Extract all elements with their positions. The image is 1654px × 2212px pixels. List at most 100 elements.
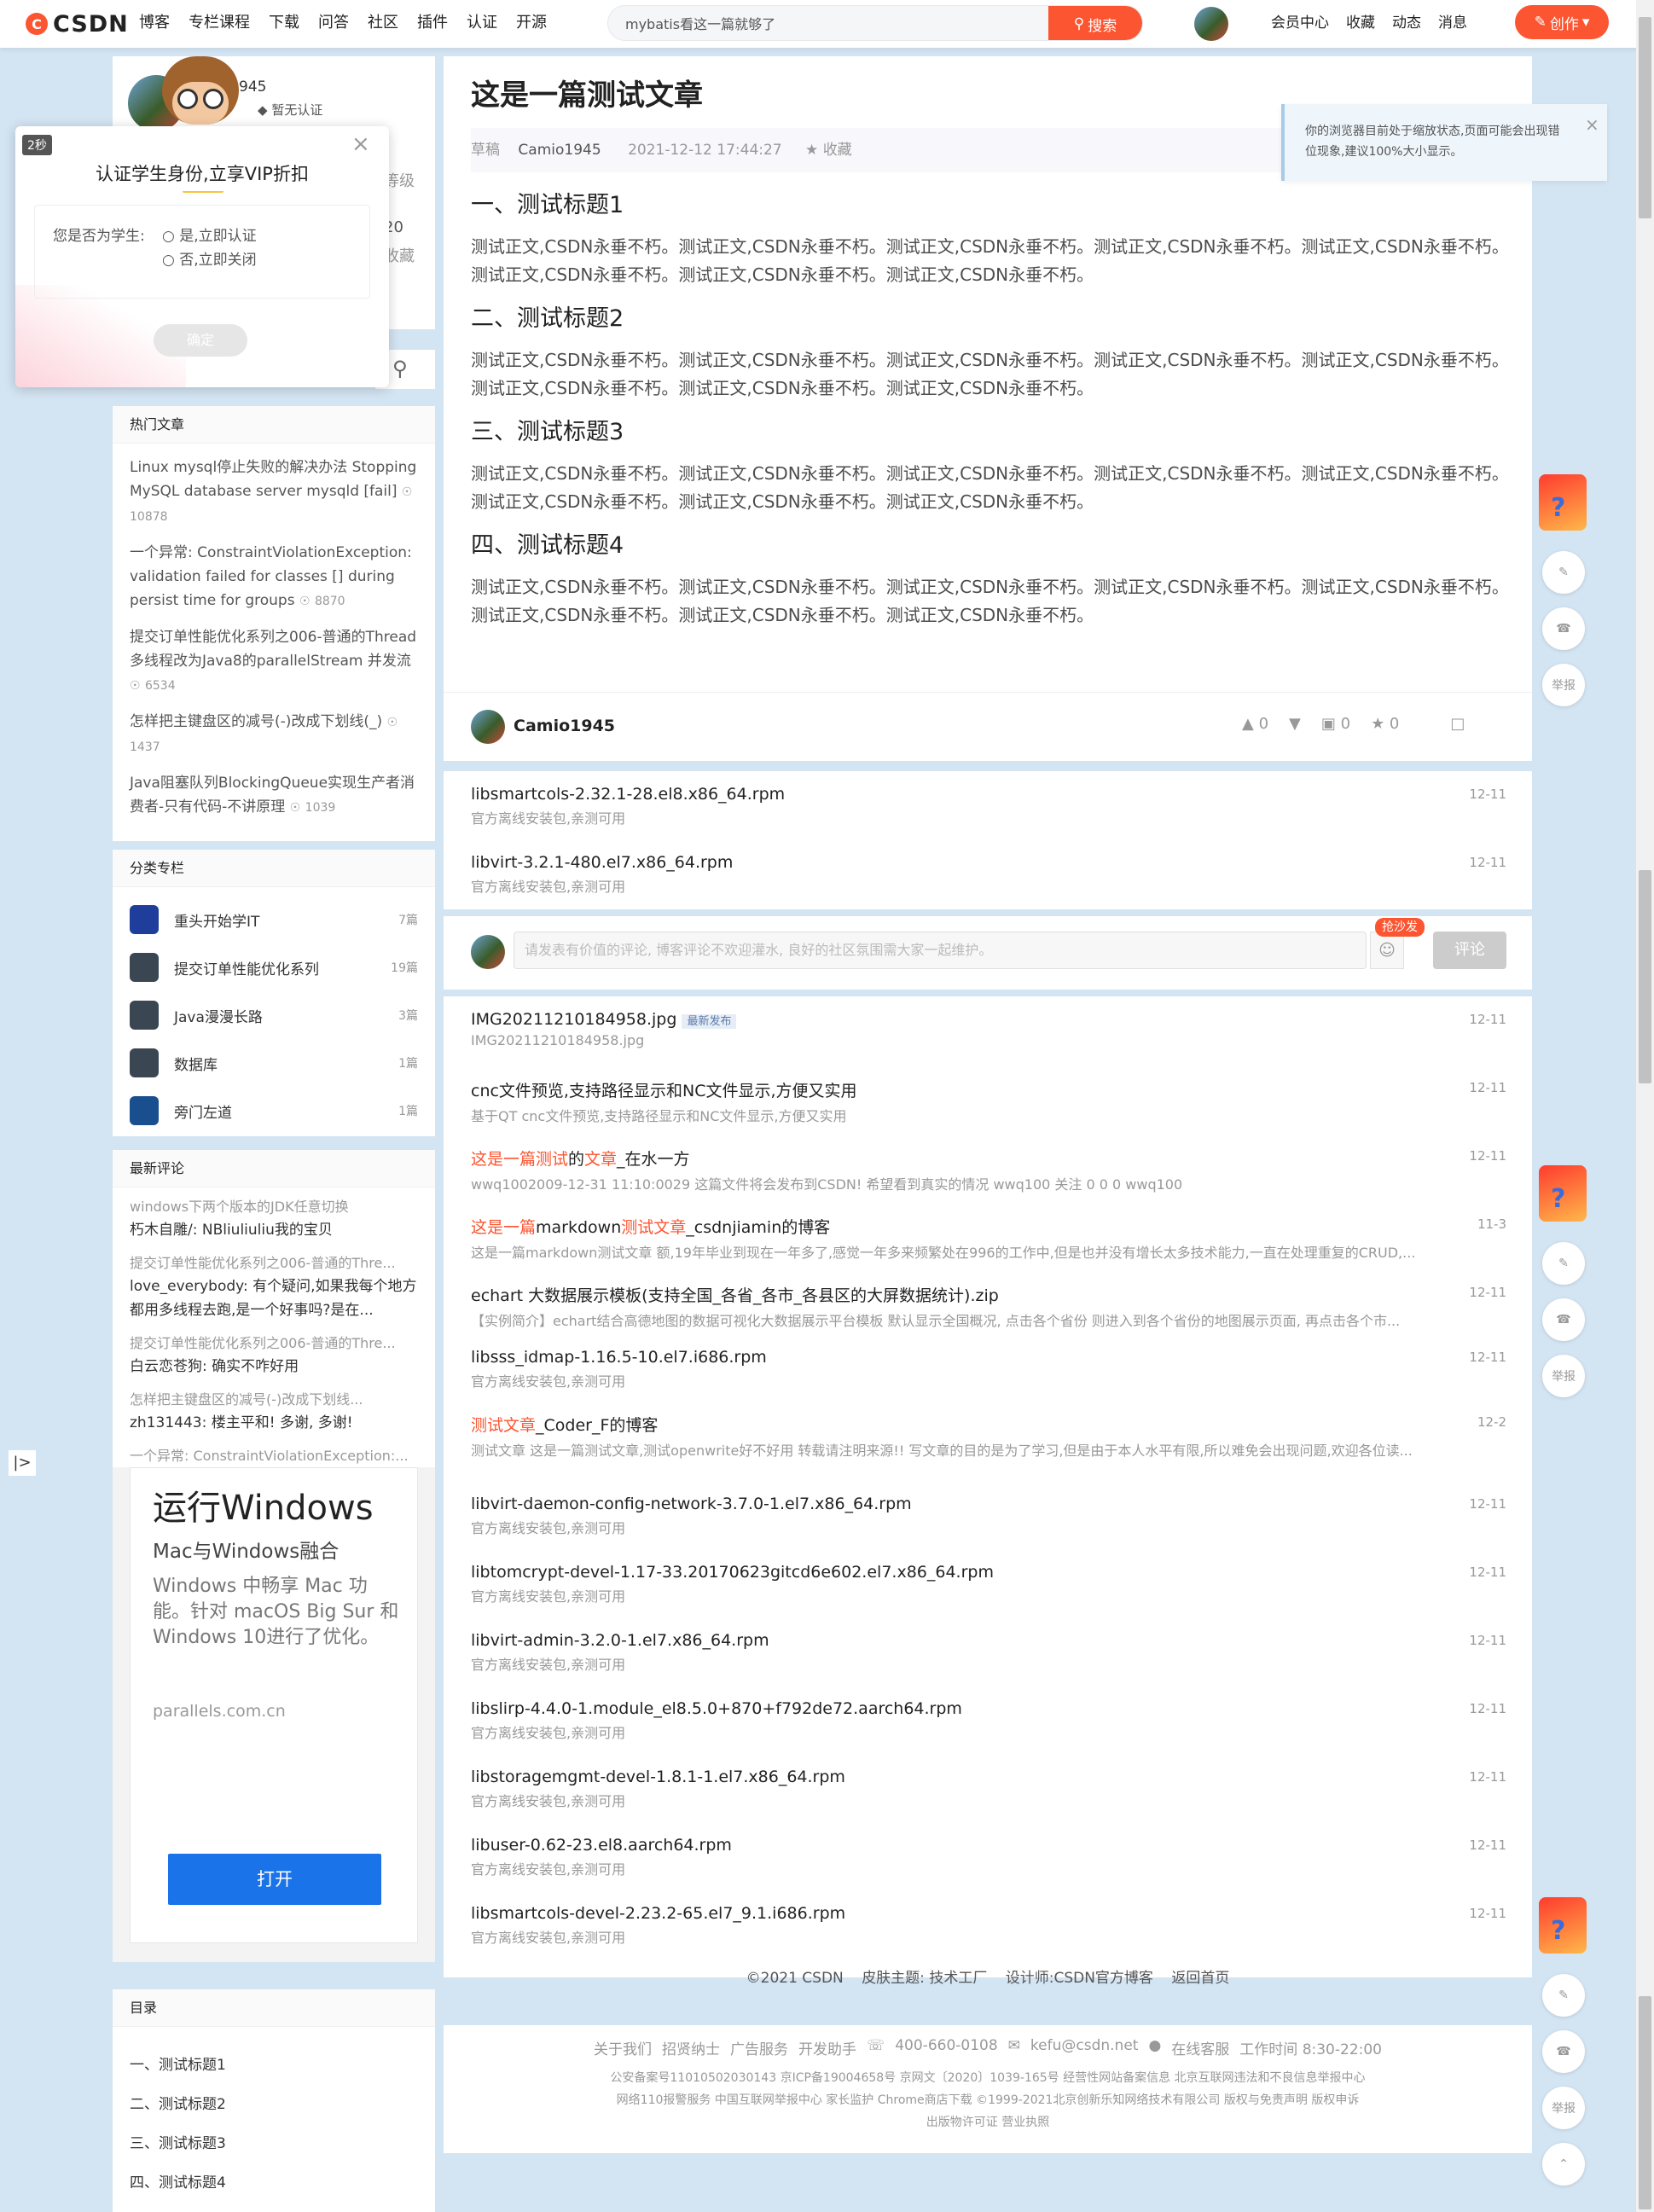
hot-article-item[interactable]: 怎样把主键盘区的减号(-)改成下划线(_) ☉ 1437: [113, 710, 435, 759]
comment-icon: ▣: [1320, 715, 1341, 733]
nav-qa[interactable]: 问答: [309, 12, 358, 34]
category-item[interactable]: 提交订单性能优化系列 19篇: [113, 943, 435, 991]
radio-no[interactable]: ○ 否,立即关闭: [162, 247, 257, 269]
toc-item[interactable]: 一、测试标题1: [130, 2046, 418, 2085]
meta-author[interactable]: Camio1945: [518, 142, 601, 159]
close-icon[interactable]: ×: [1585, 114, 1599, 135]
gift-box-icon[interactable]: [1539, 1165, 1587, 1222]
related-item[interactable]: libsmartcols-2.32.1-28.el8.x86_64.rpm 官方离…: [444, 771, 1532, 839]
comment-item[interactable]: 一个异常: ConstraintViolationException:...: [130, 1445, 418, 1467]
comment-item[interactable]: 提交订单性能优化系列之006-普通的Thre... 白云恋苍狗: 确实不咋好用: [130, 1332, 418, 1379]
skin-designer[interactable]: 设计师:CSDN官方博客: [1006, 1970, 1153, 1987]
close-icon[interactable]: ×: [351, 131, 370, 157]
footer-email[interactable]: kefu@csdn.net: [1030, 2037, 1139, 2058]
toc-item[interactable]: 三、测试标题3: [130, 2124, 418, 2163]
category-item[interactable]: 重头开始学IT 7篇: [113, 896, 435, 943]
back-to-top-icon[interactable]: ⌃: [1542, 2143, 1585, 2186]
hot-article-item[interactable]: 提交订单性能优化系列之006-普通的Thread多线程改为Java8的paral…: [113, 625, 435, 698]
footer-author-name[interactable]: Camio1945: [514, 717, 615, 735]
nav-messages[interactable]: 消息: [1430, 12, 1476, 34]
nav-community[interactable]: 社区: [358, 12, 408, 34]
footer-link[interactable]: 招贤纳士: [662, 2037, 720, 2058]
related-item[interactable]: IMG20211210184958.jpg 最新发布 IMG20211210184…: [444, 996, 1532, 1065]
nav-download[interactable]: 下载: [259, 12, 309, 34]
toc-item[interactable]: 四、测试标题4: [130, 2163, 418, 2203]
toc-item[interactable]: 二、测试标题2: [130, 2085, 418, 2124]
sidebar-toggle[interactable]: |>: [9, 1450, 36, 1476]
star-icon[interactable]: ★: [805, 142, 823, 159]
related-item[interactable]: libvirt-admin-3.2.0-1.el7.x86_64.rpm 官方离线…: [444, 1617, 1532, 1686]
comment-button[interactable]: ▣ 0: [1321, 715, 1350, 733]
related-item[interactable]: libsss_idmap-1.16.5-10.el7.i686.rpm 官方离线安…: [444, 1334, 1532, 1399]
headset-icon[interactable]: ☎: [1542, 607, 1585, 650]
related-item[interactable]: libslirp-4.4.0-1.module_el8.5.0+870+f792…: [444, 1686, 1532, 1754]
meta-favorite[interactable]: 收藏: [823, 142, 852, 159]
headset-icon[interactable]: ☎: [1542, 2030, 1585, 2073]
ad-open-button[interactable]: 打开: [168, 1854, 381, 1905]
report-button[interactable]: 举报: [1542, 664, 1585, 706]
share-icon[interactable]: □: [1450, 715, 1465, 733]
gift-box-icon[interactable]: [1539, 1897, 1587, 1954]
report-button[interactable]: 举报: [1542, 2087, 1585, 2129]
comment-input[interactable]: 请发表有价值的评论, 博客评论不欢迎灌水, 良好的社区氛围需大家一起维护。: [514, 932, 1367, 969]
scrollbar-thumb[interactable]: [1639, 17, 1651, 218]
ad-frame[interactable]: 运行Windows Mac与Windows融合 Windows 中畅享 Mac …: [130, 1467, 418, 1943]
nav-cert[interactable]: 认证: [457, 12, 507, 34]
nav-courses[interactable]: 专栏课程: [179, 12, 259, 34]
back-home-link[interactable]: 返回首页: [1171, 1970, 1229, 1987]
hot-article-item[interactable]: 一个异常: ConstraintViolationException: vali…: [113, 541, 435, 613]
create-button[interactable]: ✎ 创作 ▾: [1515, 5, 1609, 39]
comment-item[interactable]: 怎样把主键盘区的减号(-)改成下划线... zh131443: 楼主平和! 多谢,…: [130, 1389, 418, 1435]
search-button[interactable]: ⚲ 搜索: [1048, 6, 1142, 40]
related-item[interactable]: libvirt-daemon-config-network-3.7.0-1.el…: [444, 1481, 1532, 1549]
hot-article-item[interactable]: Java阻塞队列BlockingQueue实现生产者消费者-只有代码-不讲原理 …: [113, 771, 435, 820]
popup-confirm-button[interactable]: 确定: [154, 324, 247, 357]
comment-submit-button[interactable]: 评论: [1433, 932, 1506, 969]
category-item[interactable]: 数据库 1篇: [113, 1039, 435, 1087]
nav-opensource[interactable]: 开源: [507, 12, 556, 34]
related-item[interactable]: libstoragemgmt-devel-1.8.1-1.el7.x86_64.…: [444, 1754, 1532, 1822]
gift-box-icon[interactable]: [1539, 474, 1587, 531]
nav-plugin[interactable]: 插件: [408, 12, 457, 34]
page-scrollbar[interactable]: [1636, 0, 1654, 2212]
dislike-icon[interactable]: ▼: [1289, 715, 1301, 733]
related-item[interactable]: 测试文章_Coder_F的博客 测试文章 这是一篇测试文章,测试openwrite…: [444, 1399, 1532, 1481]
scrollbar-thumb[interactable]: [1639, 1996, 1651, 2209]
nav-vip[interactable]: 会员中心: [1262, 12, 1338, 34]
user-avatar[interactable]: [1194, 7, 1228, 41]
edit-icon[interactable]: ✎: [1542, 1242, 1585, 1285]
hot-article-item[interactable]: Linux mysql停止失败的解决办法 Stopping MySQL data…: [113, 456, 435, 529]
related-item[interactable]: 这是一篇markdown测试文章_csdnjiamin的博客 这是一篇markdo…: [444, 1201, 1532, 1269]
footer-author-avatar[interactable]: [471, 710, 505, 744]
related-item[interactable]: 这是一篇测试的文章_在水一方 wwq1002009-12-31 11:10:002…: [444, 1133, 1532, 1201]
footer-link[interactable]: 关于我们: [594, 2037, 652, 2058]
nav-favorites[interactable]: 收藏: [1338, 12, 1384, 34]
related-item[interactable]: cnc文件预览,支持路径显示和NC文件显示,方便又实用 基于QT cnc文件预览,…: [444, 1065, 1532, 1133]
skin-theme[interactable]: 皮肤主题: 技术工厂: [862, 1970, 987, 1987]
like-button[interactable]: ▲ 0: [1242, 715, 1268, 733]
nav-blog[interactable]: 博客: [130, 12, 179, 34]
related-item[interactable]: libtomcrypt-devel-1.17-33.20170623gitcd6…: [444, 1549, 1532, 1617]
footer-service[interactable]: 在线客服: [1171, 2037, 1229, 2058]
related-item[interactable]: echart 大数据展示模板(支持全国_各省_各市_各县区的大屏数据统计).zi…: [444, 1269, 1532, 1334]
footer-link[interactable]: 开发助手: [798, 2037, 856, 2058]
favorite-button[interactable]: ★ 0: [1371, 715, 1399, 733]
nav-activity[interactable]: 动态: [1384, 12, 1430, 34]
radio-yes[interactable]: ○ 是,立即认证: [162, 224, 257, 245]
related-item[interactable]: libsmartcols-devel-2.23.2-65.el7_9.1.i68…: [444, 1890, 1532, 1959]
csdn-logo[interactable]: C CSDN: [26, 7, 129, 41]
comment-item[interactable]: 提交订单性能优化系列之006-普通的Thre... love_everybody:…: [130, 1252, 418, 1322]
related-item[interactable]: libvirt-3.2.1-480.el7.x86_64.rpm 官方离线安装包,…: [444, 839, 1532, 908]
edit-icon[interactable]: ✎: [1542, 1974, 1585, 2017]
scrollbar-thumb[interactable]: [1639, 870, 1651, 1083]
edit-icon[interactable]: ✎: [1542, 551, 1585, 594]
category-item[interactable]: 旁门左道 1篇: [113, 1087, 435, 1135]
emoji-icon[interactable]: ☺: [1370, 932, 1404, 969]
footer-link[interactable]: 广告服务: [730, 2037, 788, 2058]
headset-icon[interactable]: ☎: [1542, 1298, 1585, 1341]
search-input[interactable]: [608, 6, 1035, 40]
report-button[interactable]: 举报: [1542, 1355, 1585, 1397]
category-item[interactable]: Java漫漫长路 3篇: [113, 991, 435, 1039]
comment-item[interactable]: windows下两个版本的JDK任意切换 朽木自雕/: NBliuliuliu我的…: [130, 1196, 418, 1242]
related-item[interactable]: libuser-0.62-23.el8.aarch64.rpm 官方离线安装包,亲…: [444, 1822, 1532, 1890]
